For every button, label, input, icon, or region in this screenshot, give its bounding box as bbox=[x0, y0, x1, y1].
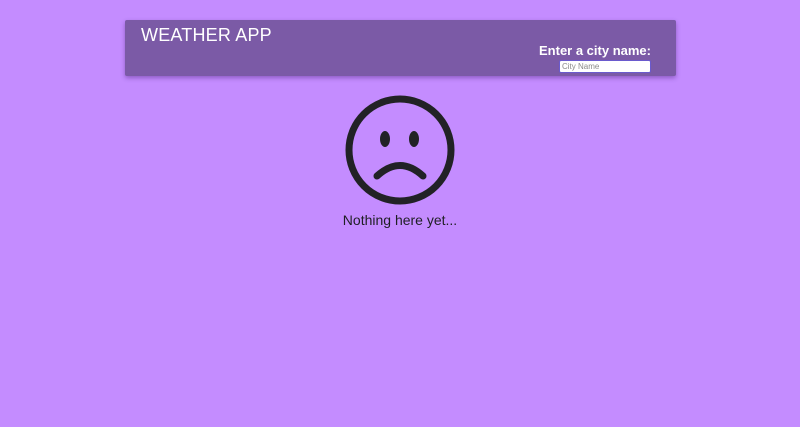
app-header: WEATHER APP Enter a city name: bbox=[125, 20, 676, 76]
app-title: WEATHER APP bbox=[141, 25, 272, 45]
city-input-label: Enter a city name: bbox=[539, 43, 651, 58]
city-search-input[interactable] bbox=[559, 60, 651, 73]
sad-face-icon bbox=[345, 95, 455, 205]
empty-state-message: Nothing here yet... bbox=[342, 212, 458, 228]
empty-state: Nothing here yet... bbox=[0, 95, 800, 229]
